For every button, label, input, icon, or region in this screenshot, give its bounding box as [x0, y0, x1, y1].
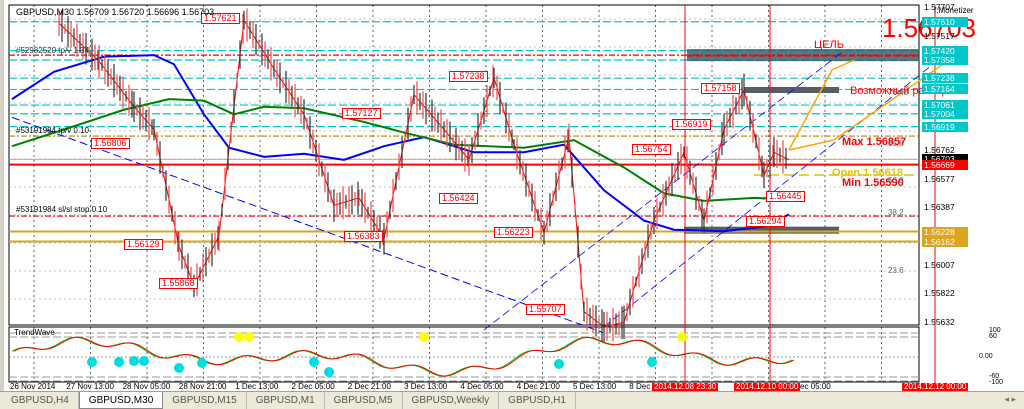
price-axis-label: 1.57238	[922, 73, 968, 84]
swing-price-label: 1.56806	[91, 138, 130, 149]
indicator-level-label: 0.00	[979, 353, 993, 360]
time-axis-label: 28 Nov 05:00	[122, 382, 171, 391]
price-axis-label: 1.56669	[922, 159, 968, 170]
fib-label: 76.40	[888, 88, 909, 98]
time-axis-label: ec 05:00	[800, 382, 831, 391]
indicator-name: TrendWave	[14, 328, 55, 337]
order-label: #53191984 sl/sl stop 0.10	[16, 205, 108, 214]
price-axis-label: 1.56007	[924, 260, 955, 271]
fib-label: 61.8	[888, 139, 904, 149]
time-axis-label: 4 Dec 21:00	[516, 382, 560, 391]
time-axis-label: 2 Dec 21:00	[347, 382, 391, 391]
price-axis-label: 1.56228	[922, 226, 968, 237]
price-axis-label: 1.56162	[922, 236, 968, 247]
price-axis-label: 1.57004	[922, 108, 968, 119]
swing-price-label: 1.56424	[439, 193, 478, 204]
swing-price-label: 1.55868	[159, 278, 198, 289]
time-axis-label: 1 Dec 13:00	[235, 382, 279, 391]
price-axis-label: 1.56919	[922, 121, 968, 132]
fib-label: 23.6	[888, 265, 904, 275]
symbol-header: GBPUSD,M30 1.56709 1.56720 1.56696 1.567…	[16, 7, 215, 17]
swing-price-label: 1.56445	[766, 191, 805, 202]
time-axis-label: 4 Dec 05:00	[460, 382, 504, 391]
fib-label: 50.0	[888, 176, 904, 186]
tab-gbpusd-m1[interactable]: GBPUSD,M1	[247, 392, 325, 409]
tab-gbpusd-m30[interactable]: GBPUSD,M30	[78, 392, 164, 409]
swing-price-label: 1.56383	[344, 231, 383, 242]
indicator-level-label: 60	[989, 333, 997, 340]
swing-price-label: 1.57127	[342, 108, 381, 119]
tab-scroll-arrows[interactable]: ◂ ▸	[1004, 394, 1016, 405]
tab-gbpusd-m15[interactable]: GBPUSD,M15	[163, 392, 247, 409]
price-axis-label: 1.55632	[924, 317, 955, 327]
time-axis-label: 3 Dec 13:00	[404, 382, 448, 391]
chart-window[interactable]: 1.57621 1.56806 1.56129 1.55868 1.57127 1.563…	[0, 0, 1024, 392]
price-axis-label: 1.56387	[924, 202, 955, 213]
price-axis-label: 1.57164	[922, 84, 968, 95]
price-axis-label: 1.56577	[924, 173, 955, 184]
swing-price-label: 1.57238	[449, 71, 488, 82]
swing-price-label: 1.56919	[672, 119, 711, 130]
time-axis-label: 2 Dec 05:00	[291, 382, 335, 391]
price-axis-label: 1.57358	[922, 54, 968, 65]
price-axis-label: 1.57610	[922, 16, 968, 27]
order-label: #53191984 tp/v 0.10	[16, 126, 89, 135]
tab-gbpusd-m5[interactable]: GBPUSD,M5	[325, 392, 403, 409]
tab-gbpusd-weekly[interactable]: GBPUSD,Weekly	[403, 392, 500, 409]
order-label: #52982520 tp/v 1.34	[16, 46, 89, 55]
fib-label: 38.2	[888, 208, 904, 218]
tab-gbpusd-h4[interactable]: GBPUSD,H4	[2, 392, 79, 409]
indicator-level-label: -100	[989, 379, 1004, 386]
swing-price-label: 1.56129	[124, 239, 163, 250]
tab-gbpusd-h1[interactable]: GBPUSD,H1	[499, 392, 576, 409]
price-axis-label: 1.57517	[924, 30, 955, 41]
price-axis-label: 1.57707	[924, 2, 955, 12]
time-axis-label: 27 Nov 13:00	[66, 382, 114, 391]
target-annotation: ЦЕЛЬ	[814, 39, 844, 51]
swing-price-label: 1.56223	[494, 227, 533, 238]
time-axis-label: 26 Nov 2014	[10, 382, 56, 391]
time-axis-label: 5 Dec 13:00	[573, 382, 617, 391]
chart-text-layer: 1.57621 1.56806 1.56129 1.55868 1.57127 1.563…	[4, 0, 1024, 392]
chart-tabs: GBPUSD,H4 GBPUSD,M30 GBPUSD,M15 GBPUSD,M1 GB…	[0, 391, 1024, 409]
time-axis-label: 28 Nov 21:00	[178, 382, 227, 391]
swing-price-label: 1.57158	[701, 83, 740, 94]
swing-price-label: 1.56294	[746, 216, 785, 227]
swing-price-label: 1.56754	[632, 144, 671, 155]
swing-price-label: 1.55707	[526, 304, 565, 315]
price-axis-label: 1.55822	[924, 288, 955, 299]
